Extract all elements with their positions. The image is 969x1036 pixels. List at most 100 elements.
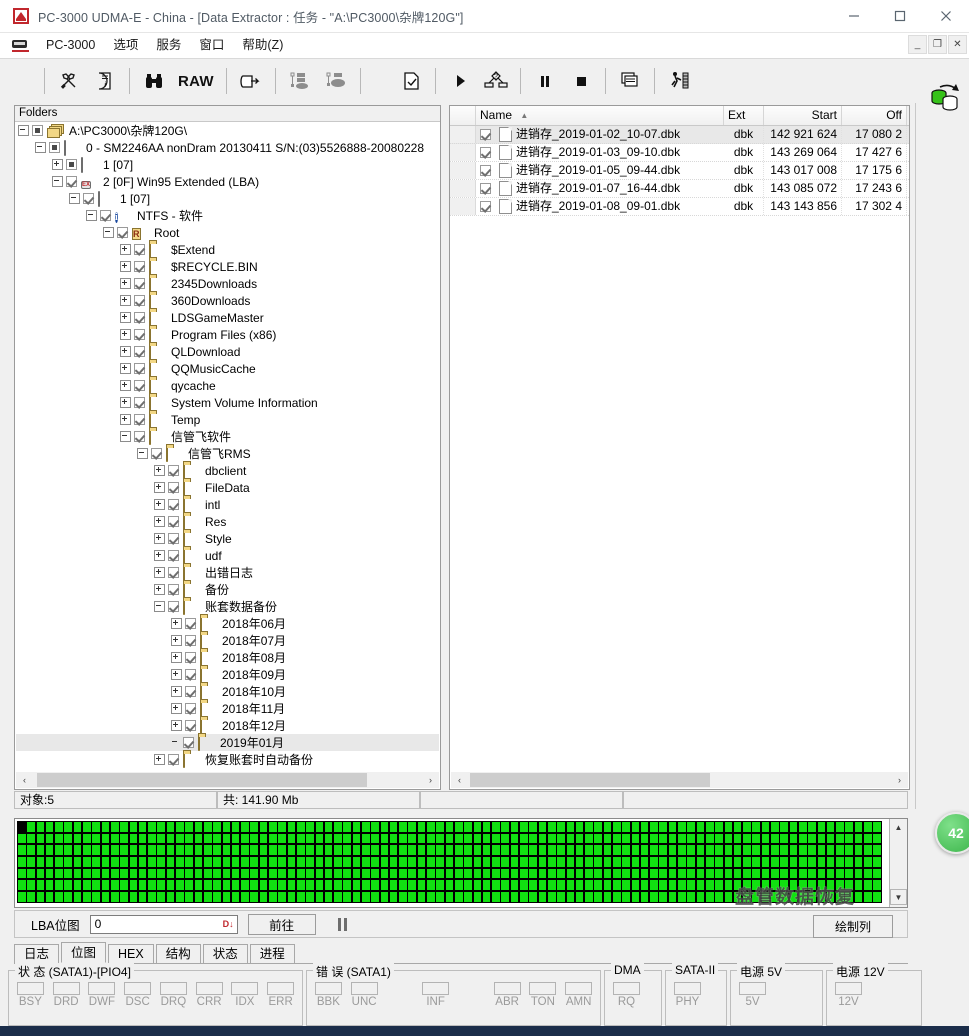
bitmap-cell[interactable] (426, 844, 436, 856)
bitmap-cell[interactable] (825, 891, 836, 903)
bitmap-cell[interactable] (295, 879, 306, 891)
structure-tree-icon[interactable] (282, 64, 318, 98)
bitmap-cell[interactable] (546, 821, 557, 833)
bitmap-cell[interactable] (82, 856, 92, 868)
bitmap-cell[interactable] (416, 856, 427, 868)
bitmap-cell[interactable] (286, 891, 297, 903)
tree-expander[interactable] (120, 380, 131, 391)
menu-item-service[interactable]: 服务 (147, 33, 190, 58)
bitmap-cell[interactable] (481, 832, 492, 845)
bitmap-cell[interactable] (221, 821, 232, 833)
bitmap-cell[interactable] (165, 821, 176, 833)
bitmap-cell[interactable] (249, 856, 259, 868)
bitmap-cell[interactable] (770, 879, 780, 891)
bitmap-cell[interactable] (463, 832, 473, 845)
bitmap-cell[interactable] (128, 891, 139, 903)
bitmap-cell[interactable] (556, 821, 566, 833)
bitmap-cell[interactable] (509, 821, 520, 833)
bitmap-cell[interactable] (416, 844, 427, 856)
bitmap-cell[interactable] (807, 821, 817, 833)
bitmap-cell[interactable] (175, 856, 185, 868)
bitmap-cell[interactable] (444, 867, 455, 880)
bitmap-cell[interactable] (361, 844, 371, 856)
tree-expander[interactable] (120, 431, 131, 442)
bitmap-cell[interactable] (416, 867, 427, 880)
bitmap-cell[interactable] (398, 891, 408, 903)
bitmap-cell[interactable] (202, 891, 213, 903)
bitmap-cell[interactable] (686, 844, 696, 856)
row-checkbox[interactable] (480, 147, 491, 158)
table-row[interactable]: 进销存_2019-01-03_09-10.dbk dbk 143 269 064 17… (450, 144, 909, 162)
tree-checkbox[interactable] (185, 618, 196, 629)
bitmap-cell[interactable] (844, 856, 854, 868)
tree-expander[interactable] (120, 278, 131, 289)
bitmap-cell[interactable] (658, 821, 669, 833)
bitmap-cell[interactable] (110, 867, 120, 880)
bitmap-cell[interactable] (565, 856, 576, 868)
bitmap-cell[interactable] (295, 856, 306, 868)
bitmap-cell[interactable] (398, 867, 408, 880)
bitmap-cell[interactable] (705, 844, 715, 856)
bitmap-cell[interactable] (825, 844, 836, 856)
bitmap-scroll-up-button[interactable]: ▲ (890, 819, 907, 835)
close-button[interactable] (923, 0, 969, 32)
bitmap-cell[interactable] (695, 821, 706, 833)
tree-node[interactable]: QQMusicCache (16, 360, 439, 377)
bitmap-cell[interactable] (537, 856, 548, 868)
tab-4[interactable]: 状态 (202, 944, 248, 963)
bitmap-cell[interactable] (137, 821, 148, 833)
bitmap-cell[interactable] (54, 821, 64, 833)
tree-expander[interactable] (154, 465, 165, 476)
tree-checkbox[interactable] (134, 244, 145, 255)
bitmap-cell[interactable] (277, 879, 287, 891)
bitmap-cell[interactable] (825, 821, 836, 833)
bitmap-cell[interactable] (565, 879, 576, 891)
bitmap-cell[interactable] (91, 844, 101, 856)
bitmap-cell[interactable] (844, 891, 854, 903)
bitmap-cell[interactable] (184, 879, 194, 891)
bitmap-cell[interactable] (742, 856, 752, 868)
bitmap-cell[interactable] (528, 891, 538, 903)
tree-checkbox[interactable] (134, 431, 145, 442)
bitmap-cell[interactable] (147, 844, 157, 856)
bitmap-vertical-scrollbar[interactable]: ▲ ▼ (889, 819, 907, 907)
bitmap-cell[interactable] (333, 844, 343, 856)
bitmap-cell[interactable] (705, 832, 715, 845)
bitmap-cell[interactable] (509, 867, 520, 880)
bitmap-cell[interactable] (509, 879, 520, 891)
bitmap-cell[interactable] (565, 867, 576, 880)
bitmap-cell[interactable] (342, 879, 352, 891)
bitmap-cell[interactable] (658, 867, 669, 880)
tree-node[interactable]: 2019年01月 (16, 734, 439, 751)
bitmap-cell[interactable] (751, 891, 761, 903)
bitmap-cell[interactable] (612, 856, 622, 868)
bitmap-cell[interactable] (816, 844, 827, 856)
bitmap-cell[interactable] (156, 832, 166, 845)
bitmap-cell[interactable] (370, 856, 380, 868)
bitmap-cell[interactable] (110, 832, 120, 845)
bitmap-cell[interactable] (844, 879, 854, 891)
bitmap-cell[interactable] (732, 832, 743, 845)
bitmap-cell[interactable] (277, 891, 287, 903)
bitmap-cell[interactable] (268, 844, 278, 856)
bitmap-cell[interactable] (602, 879, 613, 891)
tree-expander[interactable] (154, 533, 165, 544)
bitmap-cell[interactable] (156, 879, 166, 891)
bitmap-cell[interactable] (528, 856, 538, 868)
tree-node[interactable]: 信管飞RMS (16, 445, 439, 462)
bitmap-cell[interactable] (379, 844, 390, 856)
bitmap-cell[interactable] (323, 844, 334, 856)
tree-node[interactable]: System Volume Information (16, 394, 439, 411)
bitmap-cell[interactable] (825, 832, 836, 845)
bitmap-cell[interactable] (519, 867, 529, 880)
bitmap-cell[interactable] (230, 867, 241, 880)
bitmap-cell[interactable] (202, 867, 213, 880)
bitmap-cell[interactable] (723, 891, 734, 903)
bitmap-cell[interactable] (686, 891, 696, 903)
bitmap-cell[interactable] (639, 821, 650, 833)
bitmap-cell[interactable] (184, 844, 194, 856)
bitmap-cell[interactable] (565, 844, 576, 856)
bitmap-cell[interactable] (658, 832, 669, 845)
bitmap-cell[interactable] (593, 867, 603, 880)
bitmap-cell[interactable] (165, 879, 176, 891)
